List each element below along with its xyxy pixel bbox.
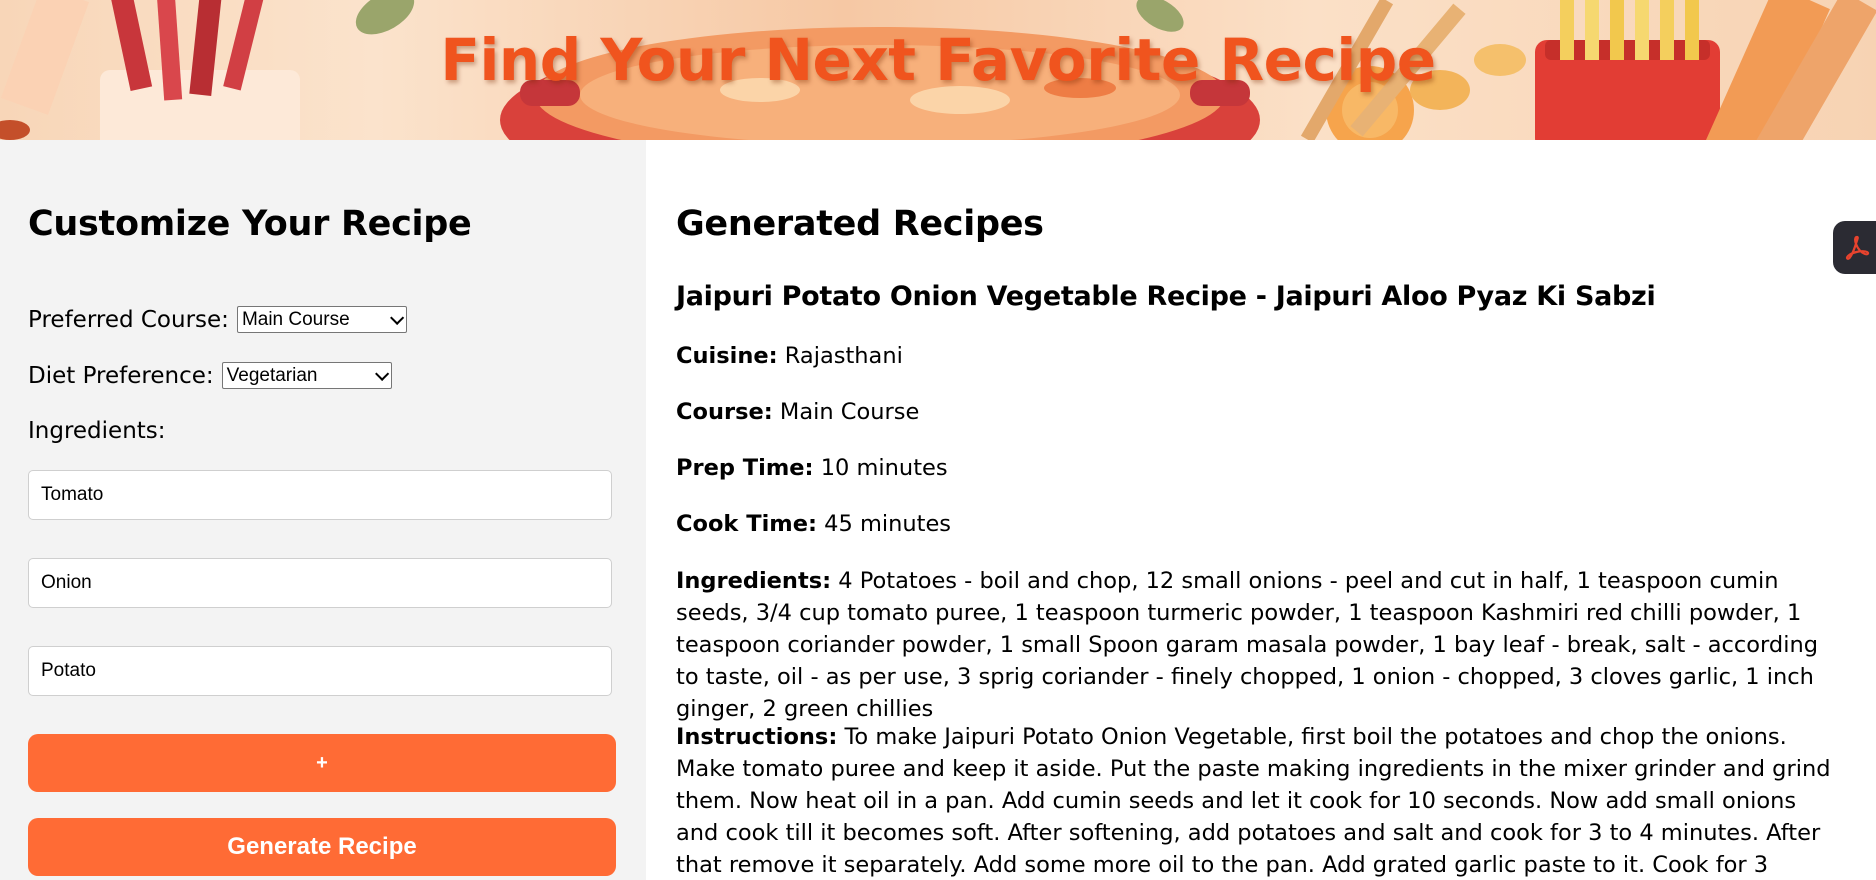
pdf-icon (1845, 235, 1870, 260)
diet-select[interactable]: Vegetarian (221, 362, 392, 389)
recipe-title: Jaipuri Potato Onion Vegetable Recipe - … (676, 281, 1656, 312)
ingredient-input[interactable]: Tomato (28, 470, 612, 520)
header-banner: Find Your Next Favorite Recipe (0, 0, 1876, 140)
diet-label: Diet Preference: (28, 362, 214, 389)
course-row: Preferred Course: Main Course (28, 306, 407, 333)
add-ingredient-button[interactable]: + (28, 734, 616, 792)
diet-select-value: Vegetarian (226, 364, 318, 386)
ingredient-input-value: Potato (41, 660, 96, 681)
form-heading: Customize Your Recipe (28, 204, 472, 244)
ingredient-input-value: Onion (41, 572, 92, 593)
instructions-value: To make Jaipuri Potato Onion Vegetable, … (676, 724, 1831, 878)
ingredients-label: Ingredients: (28, 418, 166, 444)
recipe-prep-time: Prep Time: 10 minutes (676, 452, 1841, 484)
pdf-extension-tab[interactable] (1833, 221, 1876, 274)
cuisine-value: Rajasthani (784, 343, 903, 369)
prep-time-value: 10 minutes (820, 455, 948, 481)
instructions-label: Instructions: (676, 724, 838, 750)
course-field-value: Main Course (779, 399, 920, 425)
prep-time-label: Prep Time: (676, 455, 814, 481)
recipe-cook-time: Cook Time: 45 minutes (676, 508, 1841, 540)
cook-time-label: Cook Time: (676, 511, 817, 537)
ingredient-input-value: Tomato (41, 484, 104, 505)
generate-recipe-label: Generate Recipe (227, 833, 417, 860)
course-select[interactable]: Main Course (236, 306, 407, 333)
ingredients-field-value: 4 Potatoes - boil and chop, 12 small oni… (676, 568, 1818, 722)
results-panel: Generated Recipes Jaipuri Potato Onion V… (646, 140, 1876, 880)
cuisine-label: Cuisine: (676, 343, 778, 369)
ingredients-row: Ingredients: (28, 418, 166, 444)
cook-time-value: 45 minutes (824, 511, 952, 537)
add-ingredient-label: + (316, 751, 328, 774)
results-heading: Generated Recipes (676, 204, 1044, 244)
ingredient-input[interactable]: Potato (28, 646, 612, 696)
course-label: Preferred Course: (28, 306, 229, 333)
course-select-value: Main Course (241, 308, 350, 330)
recipe-form-panel: Customize Your Recipe Preferred Course: … (0, 140, 646, 880)
generate-recipe-button[interactable]: Generate Recipe (28, 818, 616, 876)
course-field-label: Course: (676, 399, 773, 425)
chevron-down-icon (389, 310, 405, 325)
ingredient-input[interactable]: Onion (28, 558, 612, 608)
diet-row: Diet Preference: Vegetarian (28, 362, 392, 389)
ingredients-field-label: Ingredients: (676, 568, 832, 594)
recipe-cuisine: Cuisine: Rajasthani (676, 340, 1841, 372)
recipe-instructions: Instructions: To make Jaipuri Potato Oni… (676, 721, 1841, 880)
recipe-course: Course: Main Course (676, 396, 1841, 428)
chevron-down-icon (374, 366, 389, 381)
page-title: Find Your Next Favorite Recipe (440, 26, 1436, 94)
recipe-ingredients: Ingredients: 4 Potatoes - boil and chop,… (676, 565, 1841, 725)
